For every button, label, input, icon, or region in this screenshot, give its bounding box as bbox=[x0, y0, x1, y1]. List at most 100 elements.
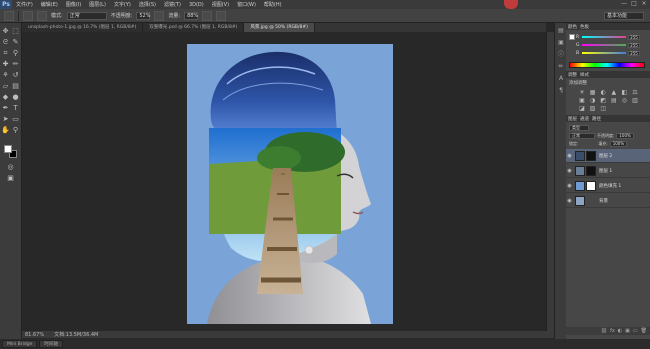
fill-field[interactable]: 100% bbox=[609, 140, 628, 147]
pen-tool-icon[interactable]: ✒ bbox=[1, 104, 10, 113]
canvas-area[interactable] bbox=[22, 32, 546, 331]
color-slider-r[interactable]: R 255 bbox=[576, 34, 646, 40]
channel-mixer-icon[interactable]: ▤ bbox=[610, 97, 618, 104]
menu-view[interactable]: 视图(V) bbox=[208, 1, 233, 8]
eyedropper-tool-icon[interactable]: ⚲ bbox=[11, 49, 20, 58]
slider-value[interactable]: 255 bbox=[628, 50, 640, 56]
layer-mask-thumbnail[interactable] bbox=[586, 180, 596, 191]
menu-window[interactable]: 窗口(W) bbox=[233, 1, 260, 8]
visibility-eye-icon[interactable]: ◉ bbox=[566, 153, 573, 159]
tab-paths[interactable]: 路径 bbox=[592, 116, 601, 122]
gradient-tool-icon[interactable]: ▤ bbox=[11, 82, 20, 91]
gradient-map-icon[interactable]: ◫ bbox=[599, 105, 607, 112]
color-fg-swatch[interactable] bbox=[569, 34, 575, 40]
tab-layers[interactable]: 图层 bbox=[568, 116, 577, 122]
info-panel-icon[interactable]: ⓘ bbox=[557, 51, 565, 59]
brush-size-picker[interactable] bbox=[23, 10, 33, 21]
layer-name[interactable]: 图层 1 bbox=[599, 168, 612, 174]
move-tool-icon[interactable]: ✥ bbox=[1, 27, 10, 36]
hue-saturation-icon[interactable]: ▣ bbox=[578, 97, 586, 104]
layer-mask-thumbnail[interactable] bbox=[586, 165, 596, 176]
tab-channels[interactable]: 通道 bbox=[580, 116, 589, 122]
blend-mode-select[interactable]: 正常 bbox=[569, 132, 595, 139]
levels-icon[interactable]: ▦ bbox=[589, 89, 597, 96]
opacity-field[interactable]: 52% bbox=[136, 11, 151, 20]
trash-icon[interactable]: 🗑 bbox=[641, 328, 647, 334]
vertical-scrollbar[interactable] bbox=[546, 32, 554, 331]
color-slider-g[interactable]: G 255 bbox=[576, 42, 646, 48]
tab-adjustments[interactable]: 调整 bbox=[568, 72, 577, 78]
hand-tool-icon[interactable]: ✋ bbox=[1, 126, 10, 135]
add-mask-icon[interactable]: ▣ bbox=[625, 328, 630, 334]
brush-panel-toggle-icon[interactable] bbox=[37, 10, 47, 21]
menu-image[interactable]: 图像(I) bbox=[62, 1, 85, 8]
slider-track[interactable] bbox=[582, 52, 626, 54]
workspace-select[interactable]: 基本功能 bbox=[604, 12, 644, 20]
photo-filter-icon[interactable]: ◩ bbox=[599, 97, 607, 104]
mode-select[interactable]: 正常 bbox=[66, 11, 107, 20]
quick-mask-icon[interactable]: ◎ bbox=[6, 163, 15, 172]
layer-name[interactable]: 背景 bbox=[599, 198, 608, 204]
layer-row[interactable]: ◉ 图层 2 bbox=[566, 149, 650, 163]
properties-panel-icon[interactable]: ▣ bbox=[557, 39, 565, 47]
layer-name[interactable]: 图层 2 bbox=[599, 153, 612, 159]
color-slider-b[interactable]: B 255 bbox=[576, 50, 646, 56]
menu-layer[interactable]: 图层(L) bbox=[85, 1, 110, 8]
layer-mask-thumbnail[interactable] bbox=[586, 150, 596, 161]
menu-select[interactable]: 选择(S) bbox=[135, 1, 160, 8]
airbrush-icon[interactable] bbox=[202, 10, 213, 21]
exposure-icon[interactable]: ▲ bbox=[610, 89, 618, 96]
visibility-eye-icon[interactable]: ◉ bbox=[566, 198, 573, 204]
crop-tool-icon[interactable]: ⌗ bbox=[1, 49, 10, 58]
quick-select-tool-icon[interactable]: ✎ bbox=[11, 38, 20, 47]
black-white-icon[interactable]: ◑ bbox=[589, 97, 597, 104]
curves-icon[interactable]: ◐ bbox=[599, 89, 607, 96]
visibility-eye-icon[interactable]: ◉ bbox=[566, 168, 573, 174]
zoom-tool-icon[interactable]: ⚲ bbox=[11, 126, 20, 135]
tab-swatches[interactable]: 色板 bbox=[580, 24, 589, 30]
dodge-tool-icon[interactable]: ● bbox=[11, 93, 20, 102]
brush-tool-preset-icon[interactable] bbox=[4, 10, 14, 21]
link-layers-icon[interactable]: ⛓ bbox=[601, 328, 607, 334]
menu-3d[interactable]: 3D(D) bbox=[185, 2, 208, 8]
history-brush-tool-icon[interactable]: ↺ bbox=[11, 71, 20, 80]
tab-styles[interactable]: 样式 bbox=[580, 72, 589, 78]
visibility-eye-icon[interactable]: ◉ bbox=[566, 183, 573, 189]
color-spectrum-bar[interactable] bbox=[569, 62, 645, 68]
brush-panel-icon[interactable]: ✏ bbox=[557, 63, 565, 71]
path-select-tool-icon[interactable]: ➤ bbox=[1, 115, 10, 124]
vibrance-icon[interactable]: ◧ bbox=[620, 89, 628, 96]
layer-style-icon[interactable]: fx bbox=[610, 328, 615, 334]
zoom-level[interactable]: 81.67% bbox=[25, 332, 44, 338]
shape-tool-icon[interactable]: ▭ bbox=[11, 115, 20, 124]
tab-color[interactable]: 颜色 bbox=[568, 24, 577, 30]
slider-value[interactable]: 255 bbox=[628, 34, 640, 40]
paragraph-panel-icon[interactable]: ¶ bbox=[557, 87, 565, 95]
pressure-size-icon[interactable] bbox=[216, 10, 227, 21]
slider-value[interactable]: 255 bbox=[628, 42, 640, 48]
healing-brush-tool-icon[interactable]: ✚ bbox=[1, 60, 10, 69]
character-panel-icon[interactable]: A bbox=[557, 75, 565, 83]
layer-row[interactable]: ◉ 颜色填充 1 bbox=[566, 179, 650, 193]
flow-field[interactable]: 88% bbox=[184, 11, 198, 20]
document-tab-active[interactable]: 风景.jpg @ 50% (RGB/8#) bbox=[244, 23, 315, 32]
slider-track[interactable] bbox=[582, 44, 626, 46]
close-button[interactable]: × bbox=[640, 1, 648, 7]
eraser-tool-icon[interactable]: ▱ bbox=[1, 82, 10, 91]
invert-icon[interactable]: ▥ bbox=[631, 97, 639, 104]
type-tool-icon[interactable]: T bbox=[11, 104, 20, 113]
threshold-icon[interactable]: ▧ bbox=[589, 105, 597, 112]
layer-name[interactable]: 颜色填充 1 bbox=[599, 183, 621, 189]
posterize-icon[interactable]: ◪ bbox=[578, 105, 586, 112]
brightness-contrast-icon[interactable]: ☀ bbox=[578, 89, 586, 96]
layer-row[interactable]: ◉ 背景 bbox=[566, 194, 650, 208]
color-lookup-icon[interactable]: ◎ bbox=[620, 97, 628, 104]
blur-tool-icon[interactable]: ◆ bbox=[1, 93, 10, 102]
layer-row[interactable]: ◉ 图层 1 bbox=[566, 164, 650, 178]
clone-stamp-tool-icon[interactable]: ⚘ bbox=[1, 71, 10, 80]
document-tab[interactable]: 双重曝光.psd @ 66.7% (图层 1, RGB/8#) bbox=[143, 23, 245, 32]
lasso-tool-icon[interactable]: ᘓ bbox=[1, 38, 10, 47]
pressure-opacity-icon[interactable] bbox=[154, 10, 165, 21]
menu-help[interactable]: 帮助(H) bbox=[260, 1, 286, 8]
marquee-tool-icon[interactable]: ⬚ bbox=[11, 27, 20, 36]
